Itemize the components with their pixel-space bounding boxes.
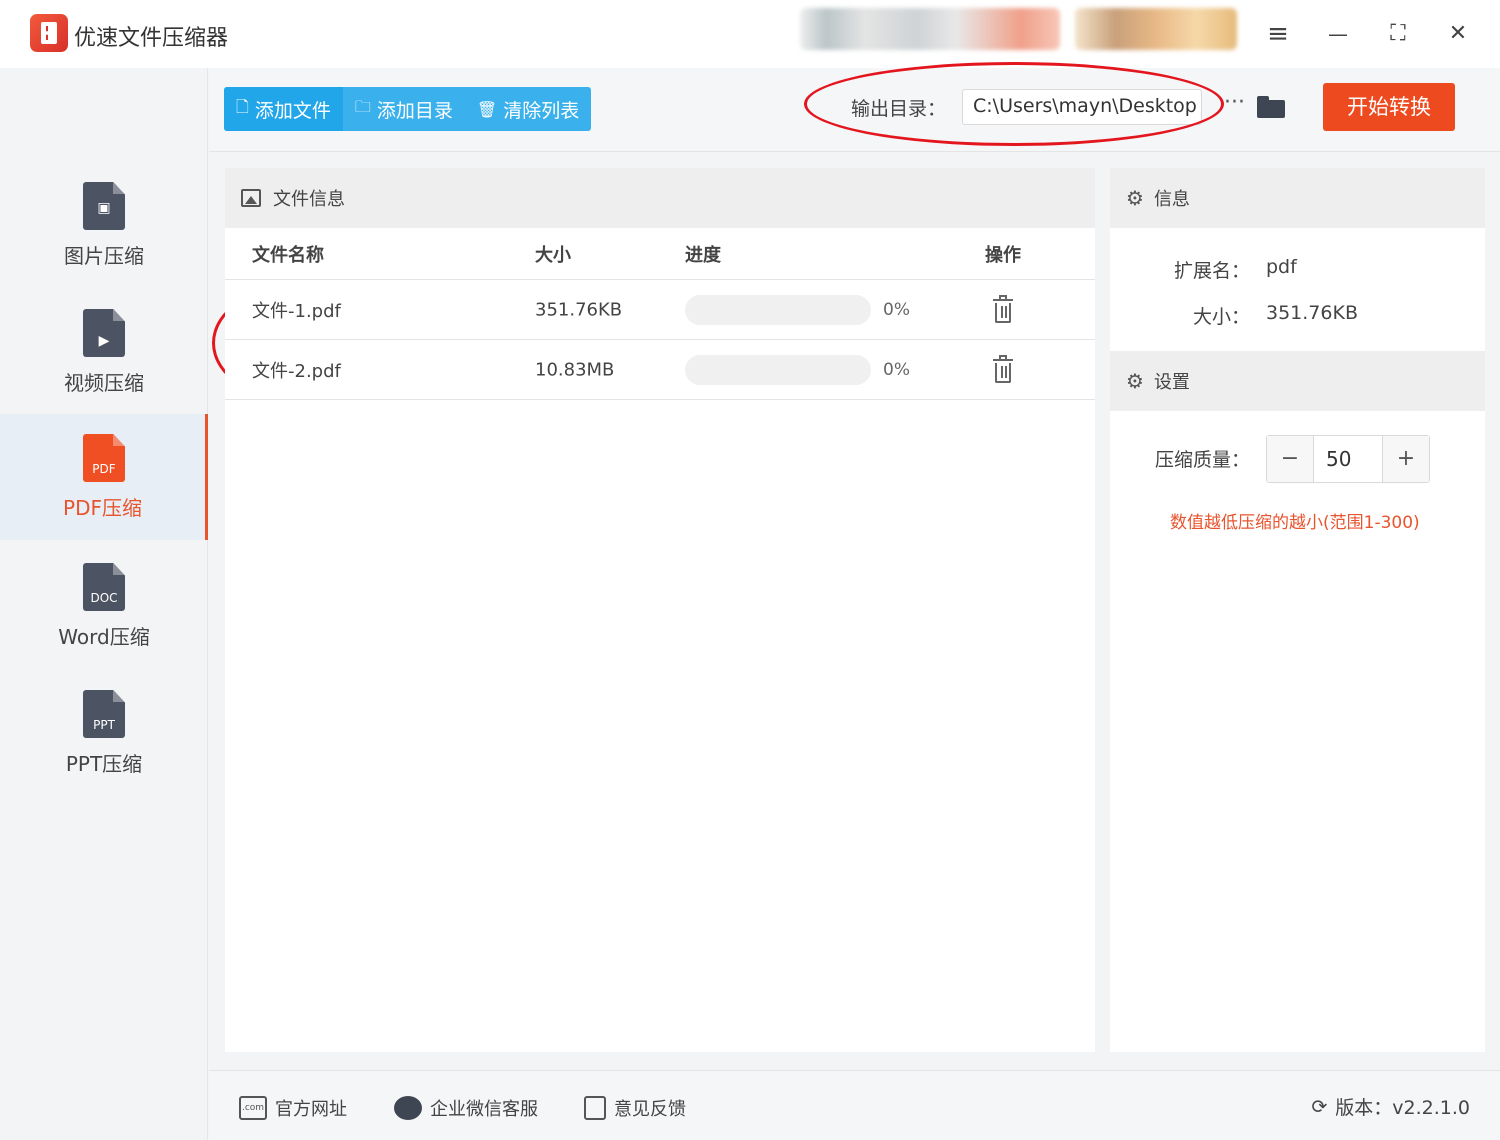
size-label-wrap: 大小： bbox=[1110, 302, 1250, 328]
doc-file-icon: DOC bbox=[83, 563, 125, 611]
web-icon: .com bbox=[239, 1096, 267, 1120]
size-value: 351.76KB bbox=[1266, 302, 1358, 324]
quality-stepper[interactable]: − 50 + bbox=[1266, 435, 1430, 483]
delete-icon[interactable] bbox=[993, 294, 1013, 323]
add-file-button[interactable]: 🗋 添加文件 bbox=[224, 87, 343, 131]
progress-bar bbox=[685, 294, 871, 325]
menu-icon[interactable]: ≡ bbox=[1260, 16, 1296, 52]
decrement-button[interactable]: − bbox=[1267, 436, 1313, 482]
sidebar-item-ppt[interactable]: PPT PPT压缩 bbox=[0, 670, 208, 796]
sidebar-item-label: 图片压缩 bbox=[64, 244, 144, 268]
refresh-icon: ⟳ bbox=[1311, 1095, 1328, 1118]
file-size: 10.83MB bbox=[535, 359, 615, 380]
delete-icon[interactable] bbox=[993, 354, 1013, 383]
column-size: 大小 bbox=[535, 244, 571, 266]
minimize-icon[interactable]: — bbox=[1320, 16, 1356, 52]
quality-label-wrap: 压缩质量： bbox=[1110, 445, 1250, 471]
ppt-file-icon: PPT bbox=[83, 690, 125, 738]
progress-bar bbox=[685, 354, 871, 385]
gear-icon: ⚙ bbox=[1126, 369, 1144, 393]
sidebar-item-video[interactable]: ▶ 视频压缩 bbox=[0, 289, 208, 415]
info-title: 信息 bbox=[1153, 189, 1190, 210]
table-row[interactable]: 文件-2.pdf 10.83MB 0% bbox=[225, 340, 1095, 400]
file-list-panel: 文件信息 文件名称 大小 进度 操作 文件-1.pdf 351.76KB 0% … bbox=[225, 168, 1095, 1052]
output-dir-input[interactable]: C:\Users\mayn\Desktop bbox=[962, 89, 1202, 125]
column-name: 文件名称 bbox=[252, 244, 324, 266]
file-name: 文件-1.pdf bbox=[252, 300, 341, 322]
settings-header: ⚙ 设置 bbox=[1110, 351, 1485, 411]
file-panel-title: 文件信息 bbox=[273, 189, 345, 210]
feedback-link[interactable]: 意见反馈 bbox=[584, 1095, 686, 1121]
table-row[interactable]: 文件-1.pdf 351.76KB 0% bbox=[225, 280, 1095, 340]
open-folder-icon[interactable] bbox=[1257, 96, 1285, 118]
video-file-icon: ▶ bbox=[83, 309, 125, 357]
folder-icon: 🗀 bbox=[354, 96, 371, 116]
sidebar-item-pdf[interactable]: PDF PDF压缩 bbox=[0, 414, 208, 540]
image-file-icon: ▣ bbox=[83, 182, 125, 230]
footer: .com 官方网址 企业微信客服 意见反馈 ⟳ 版本：v2.2.1.0 bbox=[209, 1070, 1500, 1140]
sidebar: ▣ 图片压缩 ▶ 视频压缩 PDF PDF压缩 DOC Word压缩 PPT P… bbox=[0, 68, 208, 1140]
file-name: 文件-2.pdf bbox=[252, 360, 341, 382]
start-convert-button[interactable]: 开始转换 bbox=[1323, 83, 1455, 131]
maximize-icon[interactable]: ⛶ bbox=[1380, 16, 1416, 52]
title-bar: 优速文件压缩器 ≡ — ⛶ ✕ bbox=[0, 0, 1500, 68]
info-settings-panel: ⚙ 信息 扩展名： pdf 大小： 351.76KB ⚙ 设置 压缩质量： − … bbox=[1110, 168, 1485, 1052]
wechat-support-link[interactable]: 企业微信客服 bbox=[394, 1095, 538, 1121]
sidebar-item-label: 视频压缩 bbox=[64, 371, 144, 395]
sidebar-item-label: PPT压缩 bbox=[65, 752, 143, 776]
quality-hint: 数值越低压缩的越小(范围1-300) bbox=[1170, 513, 1420, 533]
app-logo-icon bbox=[30, 14, 68, 52]
ext-label-wrap: 扩展名： bbox=[1110, 256, 1250, 282]
file-size: 351.76KB bbox=[535, 299, 623, 320]
progress-text: 0% bbox=[883, 299, 910, 320]
output-dir-label: 输出目录： bbox=[851, 98, 947, 120]
more-options-icon[interactable]: ··· bbox=[1224, 90, 1245, 115]
trash-icon: 🗑 bbox=[476, 99, 498, 119]
sidebar-item-label: PDF压缩 bbox=[63, 496, 142, 520]
pdf-file-icon: PDF bbox=[83, 434, 125, 482]
file-button-group: 🗋 添加文件 🗀 添加目录 🗑 清除列表 bbox=[224, 87, 592, 131]
quality-value-input[interactable]: 50 bbox=[1313, 436, 1383, 482]
feedback-icon bbox=[584, 1096, 606, 1120]
file-panel-header: 文件信息 bbox=[225, 168, 1095, 228]
version-text: 版本：v2.2.1.0 bbox=[1335, 1097, 1470, 1119]
clear-list-button[interactable]: 🗑 清除列表 bbox=[465, 87, 591, 131]
sidebar-item-image[interactable]: ▣ 图片压缩 bbox=[0, 162, 208, 288]
add-folder-button[interactable]: 🗀 添加目录 bbox=[343, 87, 465, 131]
table-header: 文件名称 大小 进度 操作 bbox=[225, 228, 1095, 280]
info-header: ⚙ 信息 bbox=[1110, 168, 1485, 228]
ext-value: pdf bbox=[1266, 256, 1297, 278]
toolbar: 🗋 添加文件 🗀 添加目录 🗑 清除列表 输出目录： C:\Users\mayn\De… bbox=[209, 68, 1500, 152]
close-icon[interactable]: ✕ bbox=[1440, 16, 1476, 52]
blurred-avatar-area bbox=[1075, 8, 1237, 50]
website-link[interactable]: .com 官方网址 bbox=[239, 1095, 347, 1121]
column-action: 操作 bbox=[985, 244, 1021, 266]
version-info[interactable]: ⟳ 版本：v2.2.1.0 bbox=[1311, 1093, 1470, 1120]
column-progress: 进度 bbox=[685, 244, 721, 266]
ext-label: 扩展名： bbox=[1173, 260, 1250, 282]
gear-icon: ⚙ bbox=[1126, 186, 1144, 210]
size-label: 大小： bbox=[1192, 306, 1250, 328]
settings-title: 设置 bbox=[1153, 372, 1190, 393]
blurred-account-area bbox=[800, 8, 1060, 50]
sidebar-item-label: Word压缩 bbox=[58, 625, 150, 649]
file-icon: 🗋 bbox=[236, 96, 249, 116]
progress-text: 0% bbox=[883, 359, 910, 380]
quality-label: 压缩质量： bbox=[1154, 449, 1250, 471]
chat-icon bbox=[394, 1096, 422, 1120]
sidebar-item-word[interactable]: DOC Word压缩 bbox=[0, 543, 208, 669]
app-title: 优速文件压缩器 bbox=[74, 26, 229, 51]
image-icon bbox=[241, 189, 261, 207]
increment-button[interactable]: + bbox=[1383, 436, 1429, 482]
